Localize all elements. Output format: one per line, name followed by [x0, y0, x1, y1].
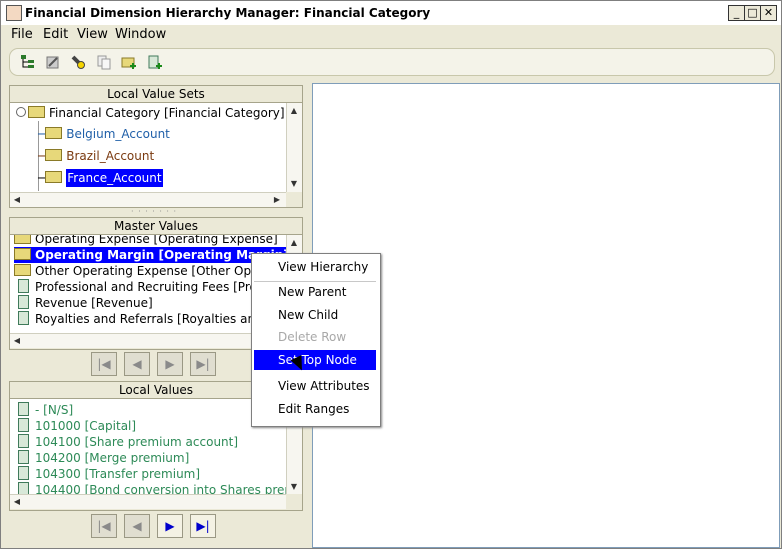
menu-window[interactable]: Window: [115, 27, 166, 42]
edit-pencil-icon[interactable]: [45, 54, 61, 70]
menu-edit[interactable]: Edit: [43, 27, 68, 42]
scroll-down-icon[interactable]: ▼: [289, 482, 299, 492]
scroll-left-icon[interactable]: ◀: [12, 195, 22, 205]
list-item-selected[interactable]: Operating Margin [Operating Margin] - To: [14, 247, 286, 263]
next-page-button[interactable]: ▶: [157, 352, 183, 376]
menu-item-set-top-node[interactable]: Set Top Node: [254, 350, 376, 370]
panel-header: Master Values: [10, 218, 302, 235]
last-page-button[interactable]: ▶|: [190, 514, 216, 538]
document-icon: [18, 434, 29, 448]
minimize-button[interactable]: _: [728, 5, 745, 21]
list-item[interactable]: Professional and Recruiting Fees [Profe: [18, 279, 268, 295]
toolbar: [9, 48, 775, 76]
scroll-left-icon[interactable]: ◀: [12, 336, 22, 346]
list-item[interactable]: Royalties and Referrals [Royalties and I: [18, 311, 270, 327]
menu-item-edit-ranges[interactable]: Edit Ranges: [254, 399, 376, 419]
master-values-nav: |◀ ◀ ▶ ▶|: [91, 352, 221, 378]
previous-page-button[interactable]: ◀: [124, 514, 150, 538]
app-window: Financial Dimension Hierarchy Manager: F…: [0, 0, 782, 549]
local-values-list: - [N/S] 101000 [Capital] 104100 [Share p…: [10, 399, 286, 494]
local-value-sets-tree: Financial Category [Financial Category] …: [10, 103, 286, 192]
folder-icon: [14, 235, 31, 244]
list-item[interactable]: - [N/S]: [18, 402, 73, 418]
folder-icon: [45, 127, 63, 139]
document-icon: [18, 418, 29, 432]
previous-page-button[interactable]: ◀: [124, 352, 150, 376]
menu-view[interactable]: View: [77, 27, 108, 42]
detail-pane: [312, 83, 780, 548]
document-icon: [18, 402, 29, 416]
document-icon: [18, 482, 29, 494]
menu-file[interactable]: File: [11, 27, 33, 42]
close-button[interactable]: ✕: [760, 5, 777, 21]
tree-item[interactable]: ─ Belgium_Account: [38, 126, 170, 142]
folder-icon: [28, 106, 45, 118]
horizontal-scrollbar[interactable]: ◀ ▶: [10, 192, 286, 207]
collapse-icon[interactable]: [16, 107, 26, 117]
menu-item-new-parent[interactable]: New Parent: [254, 282, 376, 302]
app-icon: [6, 5, 22, 21]
tree-root[interactable]: Financial Category [Financial Category]: [16, 105, 285, 121]
menu-item-new-child[interactable]: New Child: [254, 305, 376, 325]
local-value-sets-panel: Local Value Sets Financial Category [Fin…: [9, 85, 303, 208]
menu-item-view-attributes[interactable]: View Attributes: [254, 376, 376, 396]
context-menu: View Hierarchy New Parent New Child Dele…: [251, 253, 381, 427]
vertical-scrollbar[interactable]: ▲ ▼: [286, 103, 302, 192]
next-page-button[interactable]: ▶: [157, 514, 183, 538]
menu-bar: File Edit View Window: [1, 25, 781, 45]
tree-item[interactable]: ─ Brazil_Account: [38, 148, 154, 164]
document-icon: [18, 450, 29, 464]
scroll-down-icon[interactable]: ▼: [289, 179, 299, 189]
horizontal-scrollbar[interactable]: ◀: [10, 333, 286, 348]
scroll-up-icon[interactable]: ▲: [289, 106, 299, 116]
local-values-nav: |◀ ◀ ▶ ▶|: [91, 514, 221, 540]
list-item[interactable]: 104300 [Transfer premium]: [18, 466, 200, 482]
add-folder-icon[interactable]: [121, 54, 137, 70]
folder-icon: [14, 264, 31, 276]
panel-header: Local Value Sets: [10, 86, 302, 103]
list-item[interactable]: 104200 [Merge premium]: [18, 450, 189, 466]
folder-icon: [45, 171, 63, 183]
scroll-up-icon[interactable]: ▲: [289, 238, 299, 248]
title-bar: Financial Dimension Hierarchy Manager: F…: [1, 1, 781, 26]
hierarchy-tree-icon[interactable]: [20, 54, 36, 70]
document-icon: [18, 466, 29, 480]
list-item[interactable]: Revenue [Revenue]: [18, 295, 153, 311]
folder-icon: [14, 248, 31, 260]
scroll-right-icon[interactable]: ▶: [272, 195, 282, 205]
list-item[interactable]: 101000 [Capital]: [18, 418, 136, 434]
window-title: Financial Dimension Hierarchy Manager: F…: [25, 6, 431, 20]
flashlight-icon[interactable]: [70, 54, 86, 70]
menu-item-delete-row: Delete Row: [278, 330, 347, 344]
copy-icon[interactable]: [96, 54, 112, 70]
horizontal-scrollbar[interactable]: ◀: [10, 494, 286, 509]
document-icon: [18, 295, 29, 309]
list-item[interactable]: Other Operating Expense [Other Operat: [14, 263, 275, 279]
tree-item-selected[interactable]: ─ France_Account: [38, 169, 163, 187]
menu-item-view-hierarchy[interactable]: View Hierarchy: [254, 257, 376, 277]
maximize-button[interactable]: □: [744, 5, 761, 21]
last-page-button[interactable]: ▶|: [190, 352, 216, 376]
document-icon: [18, 311, 29, 325]
first-page-button[interactable]: |◀: [91, 514, 117, 538]
add-item-icon[interactable]: [147, 54, 163, 70]
document-icon: [18, 279, 29, 293]
scroll-left-icon[interactable]: ◀: [12, 497, 22, 507]
master-values-list: Operating Expense [Operating Expense] Op…: [10, 235, 286, 333]
list-item[interactable]: Operating Expense [Operating Expense]: [14, 235, 278, 247]
list-item[interactable]: 104400 [Bond conversion into Shares prem…: [18, 482, 286, 494]
first-page-button[interactable]: |◀: [91, 352, 117, 376]
folder-icon: [45, 149, 63, 161]
list-item[interactable]: 104100 [Share premium account]: [18, 434, 238, 450]
splitter-handle[interactable]: · · · · · · ·: [131, 207, 177, 216]
